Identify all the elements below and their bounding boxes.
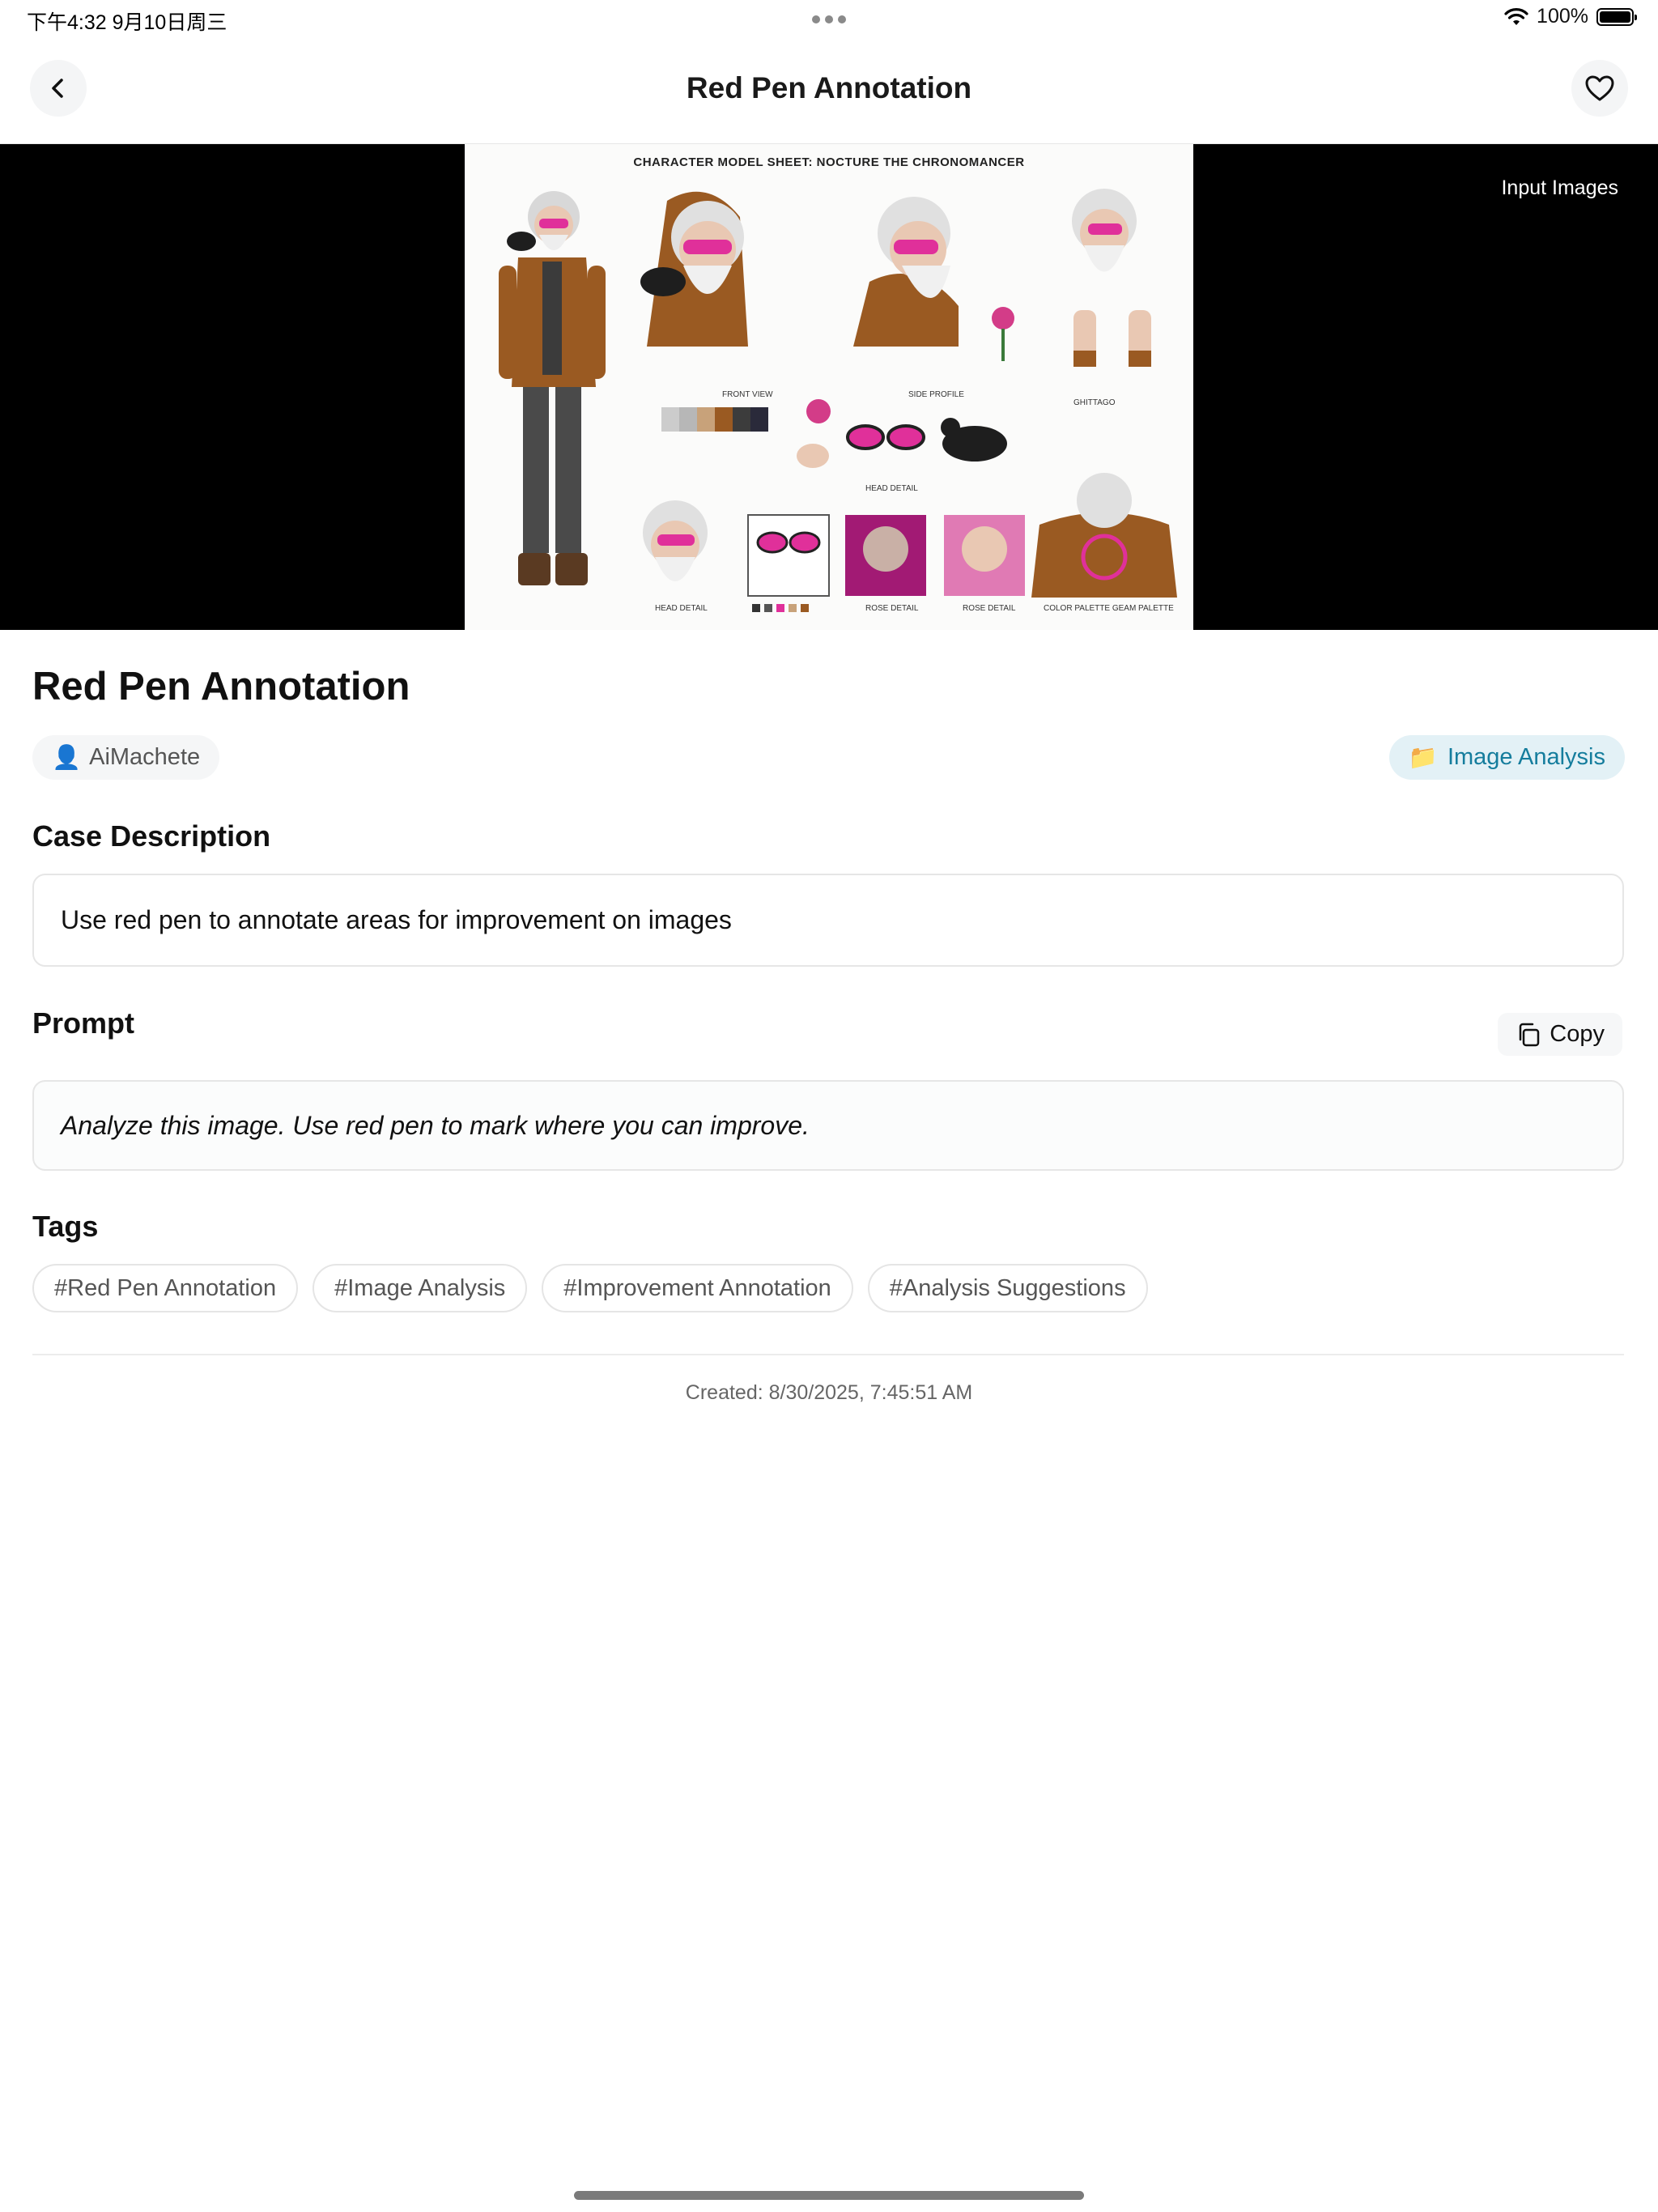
status-time: 下午4:32 9月10日周三 — [27, 11, 227, 34]
tag-list: #Red Pen Annotation #Image Analysis #Imp… — [32, 1264, 1148, 1312]
tag-improvement-annotation[interactable]: #Improvement Annotation — [542, 1264, 853, 1312]
copy-button[interactable]: Copy — [1498, 1013, 1622, 1056]
caption-head-detail-1: HEAD DETAIL — [865, 484, 918, 493]
prompt-box: Analyze this image. Use red pen to mark … — [32, 1080, 1624, 1171]
case-description-heading: Case Description — [32, 819, 271, 853]
caption-rose-detail-1: ROSE DETAIL — [865, 604, 919, 613]
nav-bar: Red Pen Annotation — [0, 40, 1658, 144]
author-name: AiMachete — [89, 744, 201, 770]
category-label: Image Analysis — [1447, 744, 1605, 770]
prompt-text: Analyze this image. Use red pen to mark … — [61, 1110, 810, 1140]
tag-analysis-suggestions[interactable]: #Analysis Suggestions — [867, 1264, 1148, 1312]
user-icon: 👤 — [52, 744, 82, 771]
prompt-heading: Prompt — [32, 1006, 134, 1040]
divider — [32, 1354, 1624, 1355]
input-images-label: Input Images — [1501, 177, 1618, 199]
input-image-viewer[interactable]: CHARACTER MODEL SHEET: NOCTURE THE CHRON… — [0, 144, 1658, 630]
folder-icon: 📁 — [1408, 744, 1438, 771]
case-description-text: Use red pen to annotate areas for improv… — [61, 905, 732, 934]
battery-percent: 100% — [1537, 5, 1588, 28]
status-bar: 下午4:32 9月10日周三 100% — [0, 0, 1658, 40]
copy-label: Copy — [1550, 1021, 1605, 1047]
tag-image-analysis[interactable]: #Image Analysis — [312, 1264, 528, 1312]
status-right: 100% — [1504, 5, 1637, 28]
caption-head-detail-2: HEAD DETAIL — [655, 604, 708, 613]
battery-icon — [1596, 7, 1637, 26]
caption-rose-detail-2: ROSE DETAIL — [963, 604, 1016, 613]
category-chip[interactable]: 📁 Image Analysis — [1388, 735, 1625, 780]
created-timestamp: Created: 8/30/2025, 7:45:51 AM — [685, 1381, 973, 1404]
multitasking-dots-icon[interactable] — [812, 15, 846, 23]
author-chip[interactable]: 👤 AiMachete — [32, 735, 220, 780]
character-illustration — [499, 189, 1177, 612]
caption-front-view: FRONT VIEW — [722, 390, 773, 399]
home-indicator[interactable] — [574, 2191, 1084, 2200]
character-sheet-image[interactable]: CHARACTER MODEL SHEET: NOCTURE THE CHRON… — [465, 144, 1193, 630]
wifi-icon — [1504, 7, 1528, 25]
caption-color-palette: COLOR PALETTE GEAM PALETTE — [1044, 604, 1174, 613]
tags-heading: Tags — [32, 1210, 99, 1243]
case-description-box: Use red pen to annotate areas for improv… — [32, 874, 1624, 967]
caption-side-profile: SIDE PROFILE — [908, 390, 964, 399]
caption-hands: GHITTAGO — [1073, 398, 1116, 407]
heart-icon — [1585, 75, 1614, 101]
page-title: Red Pen Annotation — [32, 665, 410, 708]
favorite-button[interactable] — [1571, 60, 1628, 117]
tag-red-pen-annotation[interactable]: #Red Pen Annotation — [32, 1264, 299, 1312]
copy-icon — [1520, 1023, 1540, 1046]
nav-title: Red Pen Annotation — [686, 71, 972, 104]
